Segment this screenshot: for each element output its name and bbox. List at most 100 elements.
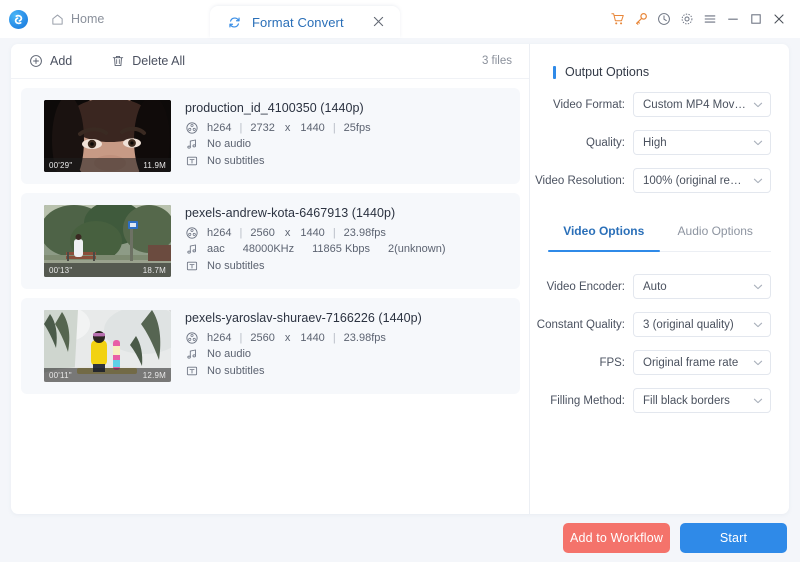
app-window: Home Format Convert Add Delete All 3 fil… bbox=[0, 0, 800, 562]
plus-circle-icon bbox=[29, 54, 43, 68]
filling-method-label: Filling Method: bbox=[550, 394, 625, 407]
clock-icon[interactable] bbox=[652, 0, 675, 38]
file-toolbar: Add Delete All 3 files bbox=[11, 44, 529, 79]
video-encoder-label: Video Encoder: bbox=[546, 280, 625, 293]
chevron-down-icon bbox=[747, 138, 763, 148]
audio-status: No audio bbox=[207, 138, 252, 151]
sep: | bbox=[332, 331, 336, 344]
file-name: pexels-andrew-kota-6467913 (1440p) bbox=[185, 205, 396, 220]
file-thumbnail[interactable]: 00'11" 12.9M bbox=[44, 310, 171, 382]
video-encoder-value: Auto bbox=[643, 280, 667, 293]
field-video-format: Video Format: Custom MP4 Movie(... bbox=[530, 92, 789, 117]
constant-quality-value: 3 (original quality) bbox=[643, 318, 734, 331]
chevron-down-icon bbox=[747, 282, 763, 292]
subtitle-icon bbox=[185, 365, 198, 377]
output-options-title: Output Options bbox=[565, 65, 650, 79]
start-button[interactable]: Start bbox=[680, 523, 787, 553]
music-note-icon bbox=[185, 243, 198, 255]
maximize-icon[interactable] bbox=[744, 0, 767, 38]
add-button[interactable]: Add bbox=[29, 54, 72, 68]
window-controls bbox=[606, 0, 800, 38]
subtitle-status: No subtitles bbox=[207, 364, 265, 377]
fps-value: Original frame rate bbox=[643, 356, 739, 369]
field-filling-method: Filling Method: Fill black borders bbox=[530, 388, 789, 413]
cart-icon[interactable] bbox=[606, 0, 629, 38]
quality-select[interactable]: High bbox=[633, 130, 771, 155]
file-metadata: pexels-yaroslav-shuraev-7166226 (1440p) bbox=[185, 311, 422, 382]
minimize-icon[interactable] bbox=[721, 0, 744, 38]
trash-icon bbox=[111, 54, 125, 68]
tab-format-convert[interactable]: Format Convert bbox=[210, 6, 400, 38]
film-reel-icon bbox=[185, 122, 198, 134]
tab-close-icon[interactable] bbox=[373, 16, 384, 29]
constant-quality-select[interactable]: 3 (original quality) bbox=[633, 312, 771, 337]
video-codec: h264 bbox=[207, 226, 232, 239]
video-format-select[interactable]: Custom MP4 Movie(... bbox=[633, 92, 771, 117]
sep: | bbox=[239, 331, 243, 344]
video-format-value: Custom MP4 Movie(... bbox=[643, 98, 747, 111]
video-codec: h264 bbox=[207, 121, 232, 134]
file-duration: 00'13" bbox=[49, 265, 73, 275]
file-list[interactable]: 00'29" 11.9M production_id_4100350 (1440… bbox=[11, 80, 529, 514]
music-note-icon bbox=[185, 348, 198, 360]
video-resolution-value: 100% (original resol... bbox=[643, 174, 747, 187]
video-format-label: Video Format: bbox=[552, 98, 625, 111]
file-audio-info: No audio bbox=[185, 348, 422, 360]
field-constant-quality: Constant Quality: 3 (original quality) bbox=[530, 312, 789, 337]
file-size: 12.9M bbox=[142, 370, 166, 380]
tab-video-options[interactable]: Video Options bbox=[548, 221, 660, 252]
film-reel-icon bbox=[185, 332, 198, 344]
field-video-encoder: Video Encoder: Auto bbox=[530, 274, 789, 299]
sep: | bbox=[332, 226, 336, 239]
file-thumbnail[interactable]: 00'13" 18.7M bbox=[44, 205, 171, 277]
file-video-info: h264 | 2560 x 1440 | 23.98fps bbox=[185, 332, 422, 344]
file-metadata: production_id_4100350 (1440p) h264 | 273… bbox=[185, 101, 371, 172]
filling-method-select[interactable]: Fill black borders bbox=[633, 388, 771, 413]
video-fps: 25fps bbox=[343, 121, 371, 134]
dimension-x: x bbox=[284, 121, 291, 134]
video-resolution-select[interactable]: 100% (original resol... bbox=[633, 168, 771, 193]
file-thumbnail[interactable]: 00'29" 11.9M bbox=[44, 100, 171, 172]
dimension-x: x bbox=[284, 226, 291, 239]
filling-method-value: Fill black borders bbox=[643, 394, 730, 407]
audio-codec: aac bbox=[207, 243, 225, 256]
file-list-item[interactable]: 00'13" 18.7M pexels-andrew-kota-6467913 … bbox=[21, 193, 520, 289]
music-note-icon bbox=[185, 138, 198, 150]
video-height: 1440 bbox=[300, 121, 325, 134]
delete-all-label: Delete All bbox=[132, 54, 186, 68]
menu-icon[interactable] bbox=[698, 0, 721, 38]
file-subtitle-info: No subtitles bbox=[185, 365, 422, 377]
add-to-workflow-button[interactable]: Add to Workflow bbox=[563, 523, 670, 553]
file-list-item[interactable]: 00'11" 12.9M pexels-yaroslav-shuraev-716… bbox=[21, 298, 520, 394]
fps-select[interactable]: Original frame rate bbox=[633, 350, 771, 375]
video-height: 1440 bbox=[300, 226, 325, 239]
file-list-item[interactable]: 00'29" 11.9M production_id_4100350 (1440… bbox=[21, 88, 520, 184]
close-icon[interactable] bbox=[767, 0, 790, 38]
app-logo-icon bbox=[9, 9, 28, 29]
subtitle-status: No subtitles bbox=[207, 259, 265, 272]
video-resolution-label: Video Resolution: bbox=[535, 174, 625, 187]
video-encoder-select[interactable]: Auto bbox=[633, 274, 771, 299]
video-height: 1440 bbox=[300, 331, 325, 344]
sep: | bbox=[239, 226, 243, 239]
sep: | bbox=[239, 121, 243, 134]
title-bar-left: Home bbox=[0, 0, 104, 38]
home-button[interactable]: Home bbox=[51, 12, 104, 26]
main-panel: Add Delete All 3 files 00'29" 11.9M prod… bbox=[11, 44, 789, 514]
delete-all-button[interactable]: Delete All bbox=[111, 54, 185, 68]
file-video-info: h264 | 2560 x 1440 | 23.98fps bbox=[185, 227, 446, 239]
chevron-down-icon bbox=[747, 320, 763, 330]
home-icon bbox=[51, 13, 64, 26]
thumbnail-overlay: 00'11" 12.9M bbox=[44, 368, 171, 382]
tab-audio-options[interactable]: Audio Options bbox=[660, 221, 772, 251]
file-name: production_id_4100350 (1440p) bbox=[185, 100, 364, 115]
key-icon[interactable] bbox=[629, 0, 652, 38]
video-fps: 23.98fps bbox=[343, 226, 386, 239]
section-accent-bar bbox=[553, 65, 556, 79]
file-size: 11.9M bbox=[143, 160, 166, 170]
gear-icon[interactable] bbox=[675, 0, 698, 38]
video-width: 2732 bbox=[250, 121, 275, 134]
fps-label: FPS: bbox=[599, 356, 625, 369]
file-duration: 00'11" bbox=[49, 370, 72, 380]
file-audio-info: No audio bbox=[185, 138, 371, 150]
